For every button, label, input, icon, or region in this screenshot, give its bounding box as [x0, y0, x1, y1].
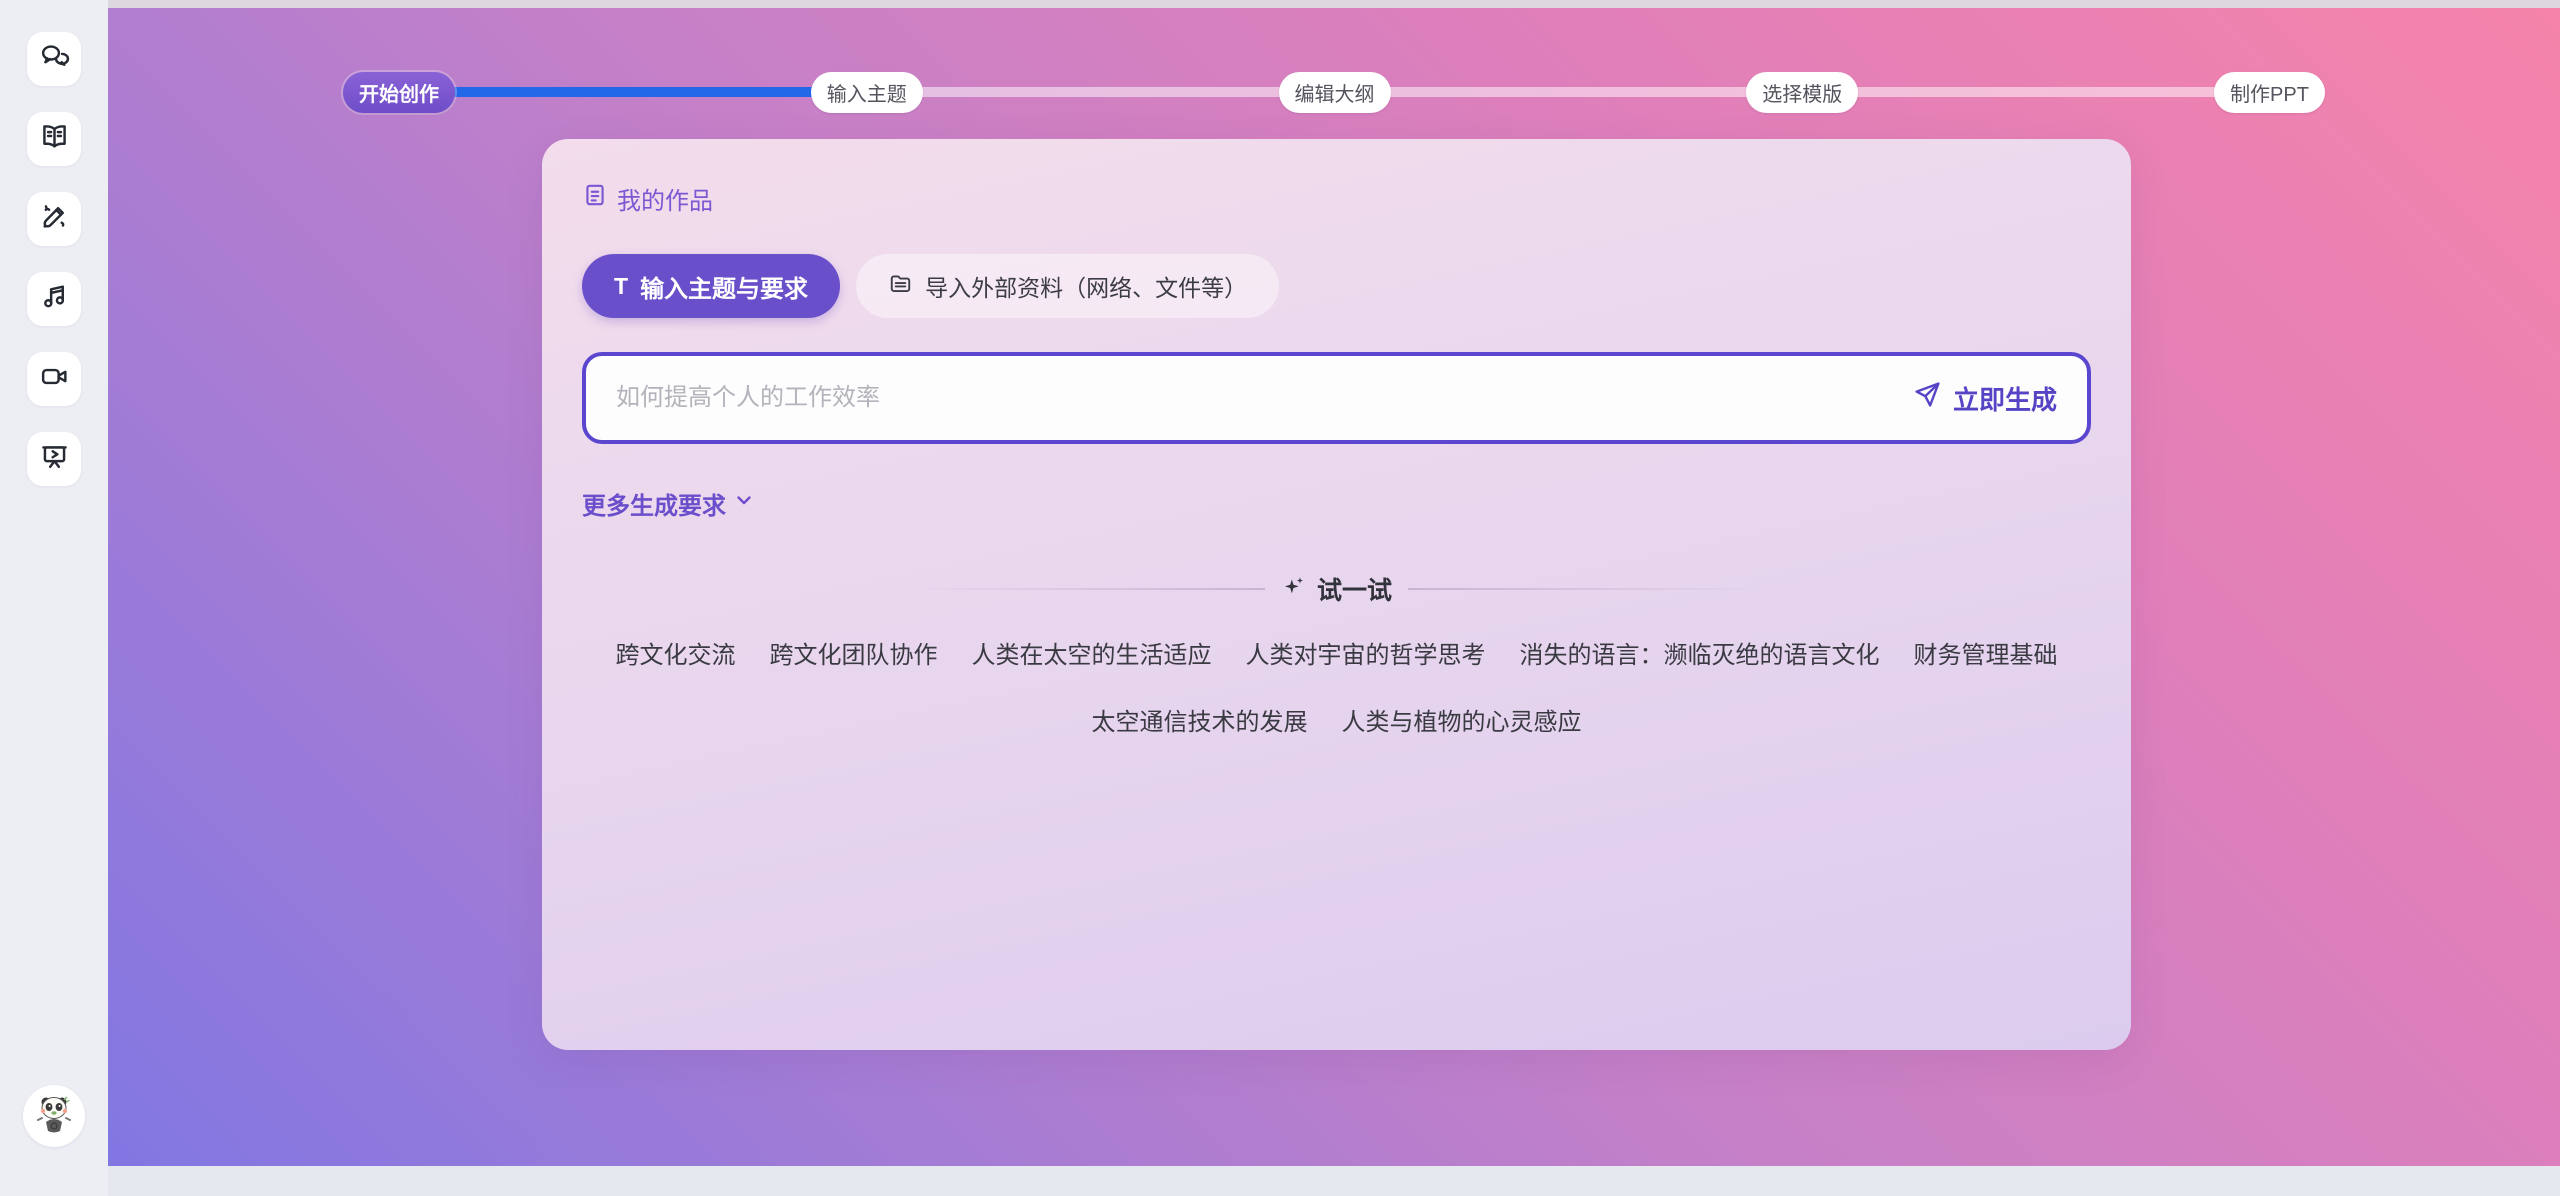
input-mode-tabs: T 输入主题与要求 导入外部资料（网络、文件等）	[582, 254, 2091, 318]
try-label-group: 试一试	[1281, 571, 1392, 607]
window-top-edge	[108, 0, 2560, 8]
suggestion-item[interactable]: 人类对宇宙的哲学思考	[1246, 635, 1486, 670]
sidebar-item-chat[interactable]	[27, 32, 81, 86]
presentation-icon	[39, 441, 70, 477]
book-icon	[39, 121, 70, 157]
my-works-link[interactable]: 我的作品	[582, 181, 713, 216]
main-background: 开始创作 输入主题 编辑大纲 选择模版 制作PPT 我的作品 T 输入主题与要求…	[108, 8, 2560, 1166]
try-section-header: 试一试	[582, 571, 2091, 607]
tab-input-topic-label: 输入主题与要求	[640, 269, 808, 304]
step-edit-outline: 编辑大纲	[1279, 72, 1391, 113]
topic-input[interactable]	[616, 384, 1913, 412]
suggestion-item[interactable]: 太空通信技术的发展	[1092, 702, 1308, 737]
sparkle-icon	[1281, 573, 1307, 606]
sidebar-item-video[interactable]	[27, 352, 81, 406]
tab-import-external[interactable]: 导入外部资料（网络、文件等）	[856, 254, 1279, 318]
suggestion-item[interactable]: 财务管理基础	[1914, 635, 2058, 670]
panda-avatar-image	[30, 1090, 78, 1143]
divider-left	[905, 588, 1265, 590]
step-choose-template: 选择模版	[1746, 72, 1858, 113]
text-T-icon: T	[614, 273, 628, 300]
document-icon	[582, 182, 608, 215]
chat-icon	[39, 41, 70, 77]
suggestions-row-2: 太空通信技术的发展 人类与植物的心灵感应	[582, 702, 2091, 737]
send-plane-icon	[1913, 380, 1942, 416]
write-pen-icon	[39, 201, 70, 237]
topic-input-container: 立即生成	[582, 352, 2091, 444]
more-options-toggle[interactable]: 更多生成要求	[582, 486, 756, 521]
video-icon	[39, 361, 70, 397]
generate-button[interactable]: 立即生成	[1913, 380, 2057, 417]
sidebar-item-writing[interactable]	[27, 192, 81, 246]
tab-import-external-label: 导入外部资料（网络、文件等）	[925, 269, 1247, 303]
generate-button-label: 立即生成	[1953, 380, 2057, 417]
step-input-topic: 输入主题	[811, 72, 923, 113]
my-works-label: 我的作品	[617, 181, 713, 216]
suggestion-item[interactable]: 跨文化交流	[616, 635, 736, 670]
sidebar-item-reading[interactable]	[27, 112, 81, 166]
step-make-ppt: 制作PPT	[2214, 72, 2325, 113]
suggestion-item[interactable]: 跨文化团队协作	[770, 635, 938, 670]
suggestions-row-1: 跨文化交流 跨文化团队协作 人类在太空的生活适应 人类对宇宙的哲学思考 消失的语…	[582, 635, 2091, 670]
more-options-label: 更多生成要求	[582, 486, 726, 521]
suggestion-item[interactable]: 消失的语言：濒临灭绝的语言文化	[1520, 635, 1880, 670]
music-icon	[39, 281, 70, 317]
tab-input-topic[interactable]: T 输入主题与要求	[582, 254, 840, 318]
user-avatar[interactable]	[23, 1085, 85, 1147]
step-start-creation: 开始创作	[343, 72, 455, 113]
progress-stepper: 开始创作 输入主题 编辑大纲 选择模版 制作PPT	[343, 72, 2325, 112]
chevron-down-icon	[732, 488, 756, 519]
folder-icon	[888, 271, 913, 302]
creation-card: 我的作品 T 输入主题与要求 导入外部资料（网络、文件等） 立即生成	[542, 139, 2131, 1050]
sidebar-item-presentation[interactable]	[27, 432, 81, 486]
suggestion-item[interactable]: 人类在太空的生活适应	[972, 635, 1212, 670]
suggestion-item[interactable]: 人类与植物的心灵感应	[1342, 702, 1582, 737]
divider-right	[1408, 588, 1768, 590]
app-sidebar	[0, 0, 108, 1196]
sidebar-item-music[interactable]	[27, 272, 81, 326]
try-label: 试一试	[1317, 571, 1392, 607]
